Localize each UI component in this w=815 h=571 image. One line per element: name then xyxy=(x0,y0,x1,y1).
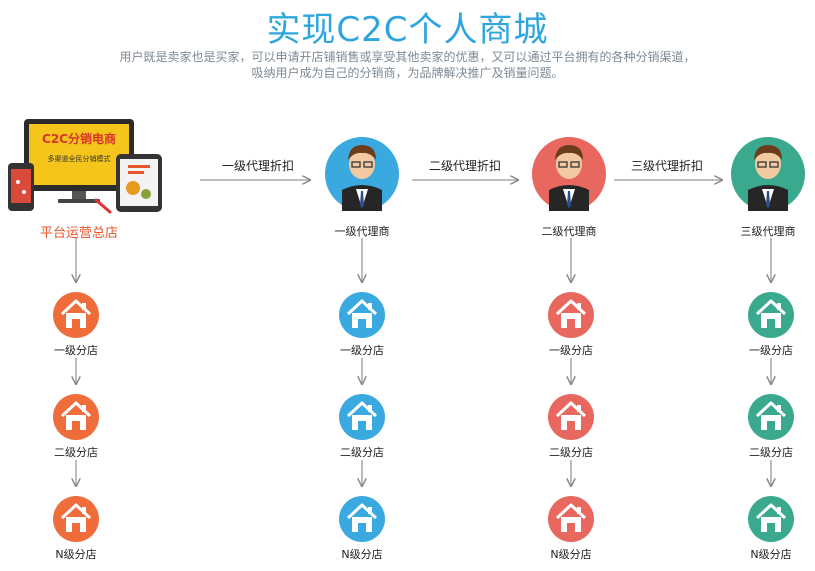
shop-icon xyxy=(748,394,794,440)
shop-label: 一级分店 xyxy=(549,344,593,357)
diagram-canvas: C2C分销电商 多渠道全民分销模式 xyxy=(8,119,805,542)
screen-title: C2C分销电商 xyxy=(42,131,116,146)
shop-label: N级分店 xyxy=(550,548,592,561)
shop-icon xyxy=(53,496,99,542)
agent-3-avatar xyxy=(731,137,805,211)
shop-label: 二级分店 xyxy=(340,446,384,459)
shop-icon xyxy=(339,292,385,338)
shop-label: 二级分店 xyxy=(749,446,793,459)
shop-icon xyxy=(53,292,99,338)
agent-label-1: 一级代理商 xyxy=(334,225,390,238)
shop-label: 一级分店 xyxy=(54,344,98,357)
agent-label-2: 二级代理商 xyxy=(541,225,597,238)
shop-icon xyxy=(548,496,594,542)
shop-icon xyxy=(748,496,794,542)
transition-label-1: 一级代理折扣 xyxy=(221,159,294,173)
agent-2-avatar xyxy=(532,137,606,211)
shop-label: 一级分店 xyxy=(749,344,793,357)
shop-icon xyxy=(339,496,385,542)
shop-icon xyxy=(548,292,594,338)
agent-1-avatar xyxy=(325,137,399,211)
transition-label-3: 三级代理折扣 xyxy=(630,159,703,173)
shops-layer xyxy=(53,238,794,542)
shop-label: 二级分店 xyxy=(54,446,98,459)
shop-label: N级分店 xyxy=(341,548,383,561)
platform-label: 平台运营总店 xyxy=(39,226,118,241)
shop-icon xyxy=(548,394,594,440)
transition-label-2: 二级代理折扣 xyxy=(428,159,501,173)
shop-icon xyxy=(53,394,99,440)
shop-label: 二级分店 xyxy=(549,446,593,459)
shop-label: 一级分店 xyxy=(340,344,384,357)
agent-label-3: 三级代理商 xyxy=(740,225,796,238)
shop-icon xyxy=(339,394,385,440)
shop-label: N级分店 xyxy=(750,548,792,561)
shop-label: N级分店 xyxy=(55,548,97,561)
screen-subtitle: 多渠道全民分销模式 xyxy=(48,154,111,163)
shop-icon xyxy=(748,292,794,338)
